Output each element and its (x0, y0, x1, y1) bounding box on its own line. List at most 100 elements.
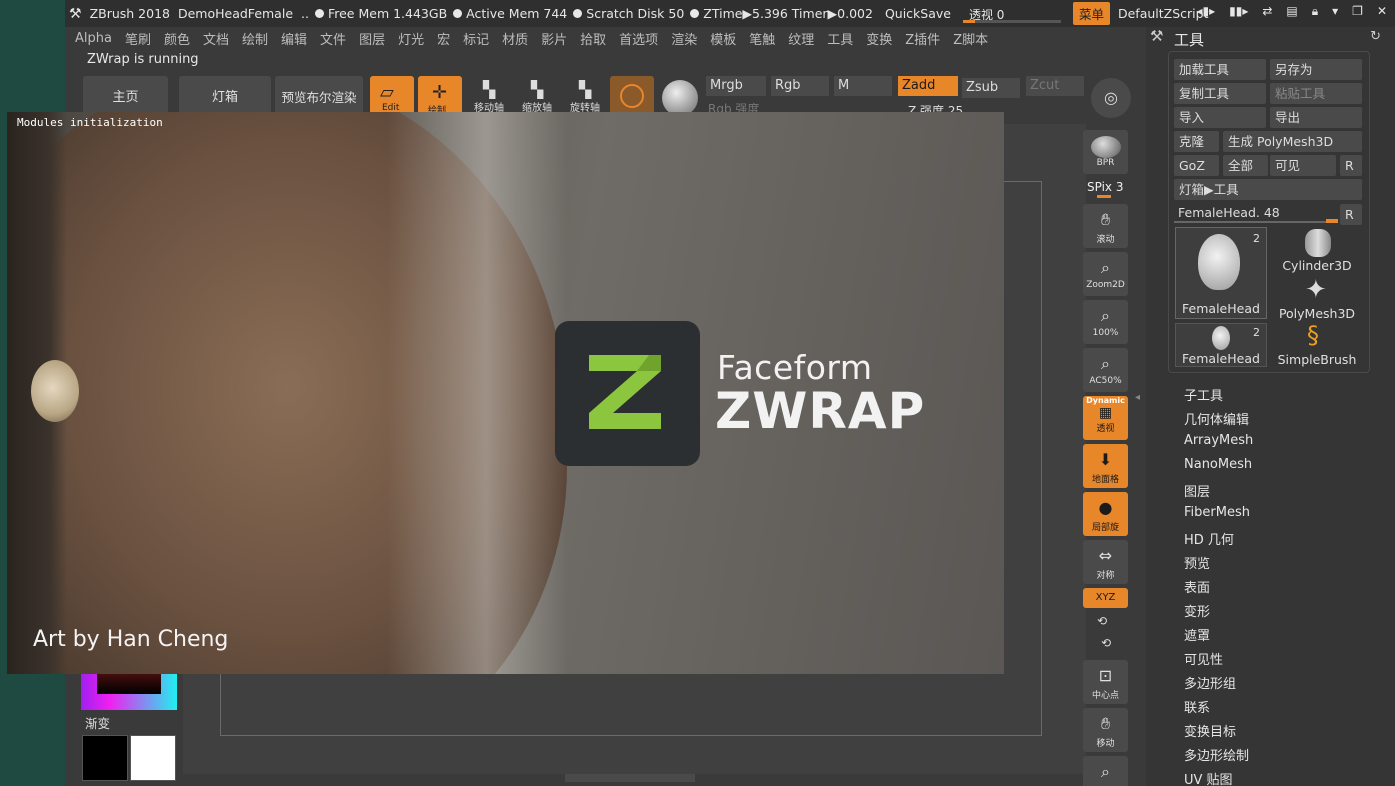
menu-item[interactable]: 灯光 (398, 29, 424, 48)
symmetry-button[interactable]: ⇔ 对称 (1083, 540, 1128, 584)
layers-menu[interactable]: 图层 (1184, 481, 1210, 500)
lightbox-tools-button[interactable]: 灯箱▶工具 (1174, 179, 1362, 200)
menu-item[interactable]: 绘制 (242, 29, 268, 48)
rotate-y-icon[interactable]: ⟲ (1097, 614, 1107, 628)
rotate-z-icon[interactable]: ⟲ (1101, 636, 1111, 650)
color-picker[interactable] (81, 672, 177, 710)
copy-tool-button[interactable]: 复制工具 (1174, 83, 1266, 104)
deformation-menu[interactable]: 变形 (1184, 601, 1210, 620)
bpr-button[interactable]: BPR (1083, 130, 1128, 174)
make-polymesh-button[interactable]: 生成 PolyMesh3D (1223, 131, 1362, 152)
zadd-button[interactable]: Zadd (898, 76, 958, 96)
menu-item[interactable]: Z插件 (905, 29, 940, 48)
current-tool-slider[interactable]: FemaleHead. 48 (1178, 205, 1280, 220)
swap-icon[interactable]: ⇄ (1262, 4, 1272, 19)
m-button[interactable]: M (834, 76, 892, 96)
matcap-sphere-icon[interactable] (662, 80, 698, 116)
spix-slider[interactable]: SPix 3 (1087, 180, 1123, 194)
xyz-button[interactable]: XYZ (1083, 588, 1128, 608)
menu-item[interactable]: 影片 (541, 29, 567, 48)
rotate-gizmo-button[interactable]: ▚ 旋转轴 (565, 80, 605, 116)
goz-visible-button[interactable]: 可见 (1270, 155, 1336, 176)
menu-item[interactable]: Alpha (75, 31, 112, 46)
layout-icon[interactable]: ◂▮▸ (1196, 4, 1215, 19)
import-button[interactable]: 导入 (1174, 107, 1266, 128)
clone-button[interactable]: 克隆 (1174, 131, 1219, 152)
refresh-icon[interactable]: ↻ (1370, 29, 1381, 44)
menu-item[interactable]: 颜色 (164, 29, 190, 48)
morph-target-menu[interactable]: 变换目标 (1184, 721, 1236, 740)
perspective-slider[interactable]: 透视 0 (962, 4, 1061, 24)
surface-menu[interactable]: 表面 (1184, 577, 1210, 596)
contact-menu[interactable]: 联系 (1184, 697, 1210, 716)
arraymesh-menu[interactable]: ArrayMesh (1184, 433, 1253, 448)
layout2-icon[interactable]: ▮▮▸ (1229, 4, 1248, 19)
menu-item[interactable]: 编辑 (281, 29, 307, 48)
preview-menu[interactable]: 预览 (1184, 553, 1210, 572)
floor-grid-button[interactable]: ⬇ 地面格 (1083, 444, 1128, 488)
main-color-swatch[interactable] (130, 735, 176, 781)
masking-menu[interactable]: 遮罩 (1184, 625, 1210, 644)
nanomesh-menu[interactable]: NanoMesh (1184, 457, 1252, 472)
draw-button[interactable]: ✛ 绘制 (418, 76, 462, 116)
tool-thumb-simplebrush[interactable]: § SimpleBrush (1271, 321, 1363, 367)
subtool-menu[interactable]: 子工具 (1184, 385, 1223, 404)
rgb-button[interactable]: Rgb (771, 76, 829, 96)
menu-item[interactable]: Z脚本 (953, 29, 988, 48)
menu-item[interactable]: 工具 (827, 29, 853, 48)
scale-gizmo-button[interactable]: ▚ 缩放轴 (517, 80, 557, 116)
move-gizmo-button[interactable]: ▚ 移动轴 (469, 80, 509, 116)
menu-item[interactable]: 笔刷 (125, 29, 151, 48)
goz-button[interactable]: GoZ (1174, 155, 1219, 176)
load-tool-button[interactable]: 加载工具 (1174, 59, 1266, 80)
menu-button[interactable]: 菜单 (1072, 2, 1110, 25)
menu-item[interactable]: 拾取 (580, 29, 606, 48)
edit-button[interactable]: ▱ Edit (370, 76, 414, 116)
actual-size-button[interactable]: ⌕ 100% (1083, 300, 1128, 344)
zoom2d-button[interactable]: ⌕ Zoom2D (1083, 252, 1128, 296)
menu-item[interactable]: 渲染 (671, 29, 697, 48)
collapse-arrow-icon[interactable]: ◂ (1135, 392, 1140, 403)
uv-map-menu[interactable]: UV 贴图 (1184, 769, 1233, 786)
bottom-shelf-handle[interactable] (565, 774, 695, 782)
menu-item[interactable]: 模板 (710, 29, 736, 48)
menu-item[interactable]: 宏 (437, 29, 450, 48)
quicksave-button[interactable]: QuickSave (885, 6, 951, 21)
perspective-button[interactable]: Dynamic ▦ 透视 (1083, 396, 1128, 440)
tool-thumb-femalehead-2[interactable]: 2 FemaleHead (1175, 323, 1267, 367)
visibility-menu[interactable]: 可见性 (1184, 649, 1223, 668)
tool-r-button[interactable]: R (1340, 204, 1362, 225)
menu-item[interactable]: 文件 (320, 29, 346, 48)
local-rotate-button[interactable]: ● 局部旋 (1083, 492, 1128, 536)
hd-geometry-menu[interactable]: HD 几何 (1184, 529, 1234, 548)
script-name[interactable]: DefaultZScript (1118, 6, 1209, 21)
goz-all-button[interactable]: 全部 (1223, 155, 1268, 176)
goz-r-button[interactable]: R (1340, 155, 1362, 176)
menu-item[interactable]: 首选项 (619, 29, 658, 48)
slider-knob[interactable] (1326, 219, 1338, 223)
menu-item[interactable]: 图层 (359, 29, 385, 48)
menu-item[interactable]: 材质 (502, 29, 528, 48)
restore-icon[interactable]: ❐ (1352, 4, 1363, 19)
close-icon[interactable]: ✕ (1377, 4, 1387, 19)
material-sphere-icon[interactable] (610, 76, 654, 116)
scroll-button[interactable]: ✋︎ 滚动 (1083, 204, 1128, 248)
fibermesh-menu[interactable]: FiberMesh (1184, 505, 1250, 520)
polypaint-menu[interactable]: 多边形绘制 (1184, 745, 1249, 764)
tool-thumb-cylinder[interactable]: Cylinder3D (1271, 227, 1363, 273)
zcut-button[interactable]: Zcut (1026, 76, 1084, 96)
mrgb-button[interactable]: Mrgb (706, 76, 766, 96)
secondary-color-swatch[interactable] (82, 735, 128, 781)
move-view-button[interactable]: ✋︎ 移动 (1083, 708, 1128, 752)
menu-item[interactable]: 笔触 (749, 29, 775, 48)
polygroups-menu[interactable]: 多边形组 (1184, 673, 1236, 692)
menu-item[interactable]: 变换 (866, 29, 892, 48)
minimize-icon[interactable]: ▾ (1332, 4, 1338, 19)
menu-item[interactable]: 纹理 (788, 29, 814, 48)
tool-thumb-polymesh[interactable]: ✦ PolyMesh3D (1271, 275, 1363, 321)
tool-thumb-femalehead[interactable]: 2 FemaleHead (1175, 227, 1267, 319)
antialias-half-button[interactable]: ⌕ AC50% (1083, 348, 1128, 392)
save-as-button[interactable]: 另存为 (1270, 59, 1362, 80)
frame-button[interactable]: ⊡ 中心点 (1083, 660, 1128, 704)
geometry-menu[interactable]: 几何体编辑 (1184, 409, 1249, 428)
